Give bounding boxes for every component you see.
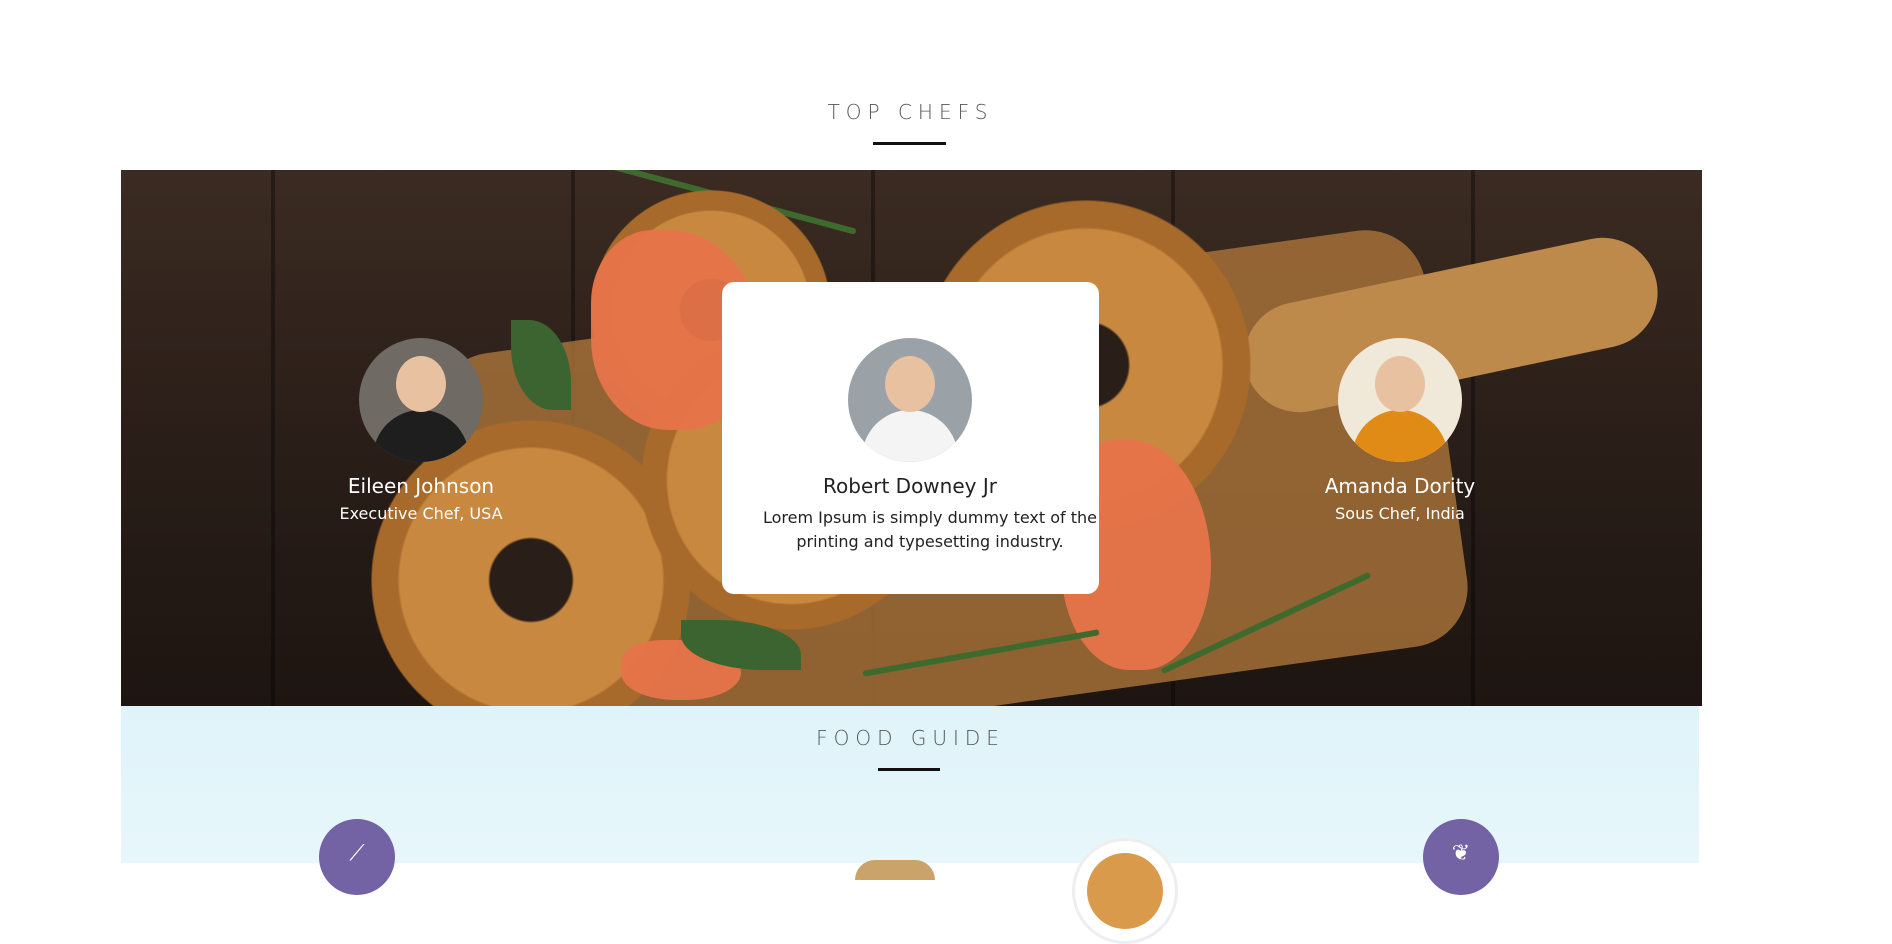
- chef-avatar: [359, 338, 483, 462]
- coffee-cup-image: [1072, 838, 1178, 944]
- wheat-icon[interactable]: ❦: [1423, 819, 1499, 895]
- carrot-icon[interactable]: ⟋: [319, 819, 395, 895]
- chef-avatar: [848, 338, 972, 462]
- chef-card-amanda[interactable]: Amanda Dority Sous Chef, India: [1250, 338, 1550, 523]
- chef-role: Executive Chef, USA: [339, 504, 503, 523]
- chef-name: Eileen Johnson: [347, 474, 495, 498]
- top-chefs-title: TOP CHEFS: [827, 100, 994, 124]
- chef-avatar: [1338, 338, 1462, 462]
- chef-card-eileen[interactable]: Eileen Johnson Executive Chef, USA: [271, 338, 571, 523]
- chef-card-robert[interactable]: Robert Downey Jr Lorem Ipsum is simply d…: [760, 338, 1097, 554]
- food-guide-title: FOOD GUIDE: [816, 726, 1005, 750]
- top-chefs-underline: [873, 142, 946, 145]
- chef-name: Robert Downey Jr: [823, 474, 997, 498]
- food-guide-underline: [878, 768, 940, 771]
- chef-role: Sous Chef, India: [1335, 504, 1465, 523]
- food-bowl-image: [855, 860, 935, 880]
- chef-description: Lorem Ipsum is simply dummy text of the …: [762, 508, 1098, 551]
- chef-name: Amanda Dority: [1324, 474, 1476, 498]
